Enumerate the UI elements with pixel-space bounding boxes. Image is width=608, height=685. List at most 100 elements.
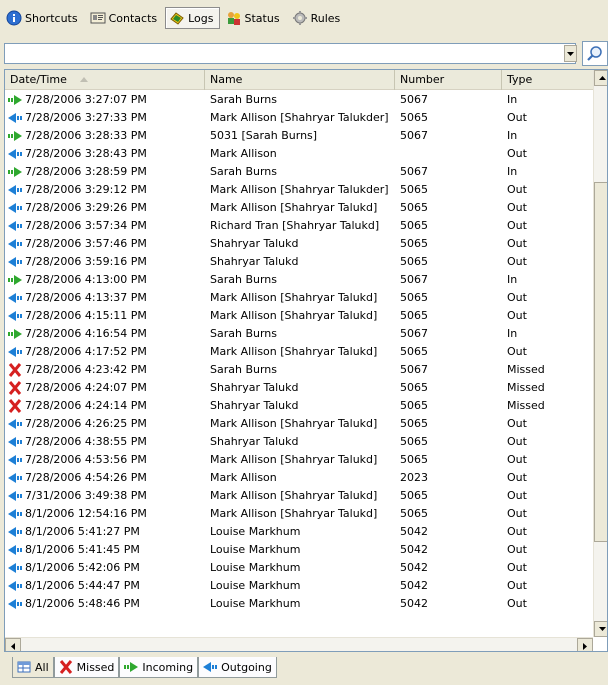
table-row[interactable]: 7/28/2006 4:53:56 PM Mark Allison [Shahry…	[5, 451, 595, 469]
scroll-right-button[interactable]	[577, 638, 593, 651]
table-row[interactable]: 7/31/2006 3:49:38 PM Mark Allison [Shahry…	[5, 487, 595, 505]
table-row[interactable]: 7/28/2006 3:27:33 PM Mark Allison [Shahry…	[5, 109, 595, 127]
datetime-text: 7/28/2006 4:23:42 PM	[25, 363, 147, 376]
table-row[interactable]: 7/28/2006 4:24:14 PM Shahryar Talukd 5065 M…	[5, 397, 595, 415]
dropdown-arrow-button[interactable]	[564, 45, 577, 62]
table-row[interactable]: 7/28/2006 4:24:07 PM Shahryar Talukd 5065 M…	[5, 379, 595, 397]
chevron-left-icon	[11, 642, 15, 650]
column-header-datetime[interactable]: Date/Time	[5, 70, 205, 90]
table-row[interactable]: 7/28/2006 4:13:00 PM Sarah Burns 5067 In	[5, 271, 595, 289]
cell-number: 5065	[400, 201, 428, 214]
tab-logs[interactable]: Logs	[165, 7, 220, 29]
search-button[interactable]	[582, 41, 608, 66]
cell-type: Out	[507, 507, 527, 520]
tab-outgoing[interactable]: Outgoing	[198, 657, 277, 678]
cell-number: 5067	[400, 273, 428, 286]
table-row[interactable]: 7/28/2006 4:23:42 PM Sarah Burns 5067 Misse…	[5, 361, 595, 379]
cell-type: In	[507, 273, 518, 286]
scroll-down-button[interactable]	[594, 621, 607, 637]
column-header-number[interactable]: Number	[395, 70, 502, 90]
cell-type: Out	[507, 543, 527, 556]
datetime-text: 7/28/2006 4:13:37 PM	[25, 291, 147, 304]
table-row[interactable]: 7/28/2006 3:57:46 PM Shahryar Talukd 5065 O…	[5, 235, 595, 253]
incoming-arrow-icon	[8, 131, 22, 141]
outgoing-arrow-icon	[8, 473, 22, 483]
cell-name: Mark Allison [Shahryar Talukd]	[210, 309, 378, 322]
table-row[interactable]: 7/28/2006 3:28:43 PM Mark Allison Out	[5, 145, 595, 163]
cell-type: Out	[507, 291, 527, 304]
column-label: Number	[400, 73, 445, 86]
tab-label: Missed	[76, 660, 115, 674]
table-row[interactable]: 8/1/2006 5:42:06 PM Louise Markhum 5042 Out	[5, 559, 595, 577]
table-row[interactable]: 7/28/2006 4:26:25 PM Mark Allison [Shahry…	[5, 415, 595, 433]
cell-datetime: 7/28/2006 4:13:00 PM	[5, 271, 205, 289]
table-row[interactable]: 8/1/2006 5:41:45 PM Louise Markhum 5042 Out	[5, 541, 595, 559]
cell-name: Sarah Burns	[210, 93, 278, 106]
table-row[interactable]: 7/28/2006 3:29:26 PM Mark Allison [Shahry…	[5, 199, 595, 217]
vertical-scrollbar[interactable]	[593, 70, 607, 637]
datetime-text: 8/1/2006 5:41:27 PM	[25, 525, 140, 538]
cell-type: Out	[507, 561, 527, 574]
filter-input[interactable]	[4, 43, 576, 64]
datetime-text: 7/28/2006 3:28:33 PM	[25, 129, 147, 142]
cell-type: Out	[507, 111, 527, 124]
table-row[interactable]: 7/28/2006 4:54:26 PM Mark Allison 2023 Out	[5, 469, 595, 487]
cell-datetime: 8/1/2006 5:42:06 PM	[5, 559, 205, 577]
table-row[interactable]: 7/28/2006 3:28:33 PM 5031 [Sarah Burns] 50…	[5, 127, 595, 145]
cell-datetime: 7/28/2006 3:29:12 PM	[5, 181, 205, 199]
outgoing-arrow-icon	[8, 509, 22, 519]
table-row[interactable]: 7/28/2006 4:15:11 PM Mark Allison [Shahry…	[5, 307, 595, 325]
cell-name: Mark Allison	[210, 471, 277, 484]
cell-datetime: 7/28/2006 4:53:56 PM	[5, 451, 205, 469]
cell-datetime: 7/28/2006 4:17:52 PM	[5, 343, 205, 361]
table-row[interactable]: 7/28/2006 3:29:12 PM Mark Allison [Shahry…	[5, 181, 595, 199]
tab-incoming[interactable]: Incoming	[119, 657, 199, 678]
tab-contacts[interactable]: Contacts	[86, 7, 164, 29]
cell-number: 5065	[400, 453, 428, 466]
cell-number: 5042	[400, 543, 428, 556]
cell-name: Sarah Burns	[210, 327, 278, 340]
table-row[interactable]: 7/28/2006 3:59:16 PM Shahryar Talukd 5065 O…	[5, 253, 595, 271]
table-row[interactable]: 8/1/2006 5:48:46 PM Louise Markhum 5042 Out	[5, 595, 595, 613]
tab-all[interactable]: All	[12, 657, 54, 678]
tab-missed[interactable]: Missed	[53, 657, 120, 678]
tab-status[interactable]: Status	[222, 7, 286, 29]
horizontal-scrollbar[interactable]	[5, 637, 593, 651]
table-row[interactable]: 7/28/2006 3:27:07 PM Sarah Burns 5067 In	[5, 91, 595, 109]
scroll-up-button[interactable]	[594, 70, 607, 86]
cell-name: Mark Allison [Shahryar Talukder]	[210, 183, 389, 196]
cell-number: 5067	[400, 129, 428, 142]
outgoing-arrow-icon	[8, 293, 22, 303]
scroll-left-button[interactable]	[5, 638, 21, 651]
cell-number: 5065	[400, 291, 428, 304]
table-row[interactable]: 7/28/2006 4:17:52 PM Mark Allison [Shahry…	[5, 343, 595, 361]
table-row[interactable]: 7/28/2006 3:28:59 PM Sarah Burns 5067 In	[5, 163, 595, 181]
cell-type: Out	[507, 147, 527, 160]
cell-name: Sarah Burns	[210, 165, 278, 178]
table-row[interactable]: 8/1/2006 12:54:16 PM Mark Allison [Shahry…	[5, 505, 595, 523]
table-row[interactable]: 8/1/2006 5:44:47 PM Louise Markhum 5042 Out	[5, 577, 595, 595]
tab-rules[interactable]: Rules	[288, 7, 347, 29]
table-row[interactable]: 7/28/2006 4:16:54 PM Sarah Burns 5067 In	[5, 325, 595, 343]
scroll-thumb[interactable]	[594, 182, 607, 542]
cell-type: Out	[507, 453, 527, 466]
tab-label: Rules	[310, 11, 341, 25]
cell-name: Louise Markhum	[210, 543, 301, 556]
table-row[interactable]: 7/28/2006 4:13:37 PM Mark Allison [Shahry…	[5, 289, 595, 307]
table-row[interactable]: 8/1/2006 5:41:27 PM Louise Markhum 5042 Out	[5, 523, 595, 541]
cell-name: Shahryar Talukd	[210, 237, 299, 250]
column-header-type[interactable]: Type	[502, 70, 595, 90]
cell-type: Out	[507, 255, 527, 268]
cell-datetime: 8/1/2006 5:41:27 PM	[5, 523, 205, 541]
table-row[interactable]: 7/28/2006 4:38:55 PM Shahryar Talukd 5065 O…	[5, 433, 595, 451]
column-header-name[interactable]: Name	[205, 70, 395, 90]
datetime-text: 7/28/2006 4:16:54 PM	[25, 327, 147, 340]
cell-number: 5042	[400, 597, 428, 610]
cell-name: Mark Allison [Shahryar Talukd]	[210, 489, 378, 502]
cell-name: Mark Allison [Shahryar Talukd]	[210, 417, 378, 430]
cell-datetime: 7/28/2006 3:28:59 PM	[5, 163, 205, 181]
table-row[interactable]: 7/28/2006 3:57:34 PM Richard Tran [Shahry…	[5, 217, 595, 235]
tab-shortcuts[interactable]: Shortcuts	[2, 7, 84, 29]
datetime-text: 7/28/2006 4:17:52 PM	[25, 345, 147, 358]
cell-name: Shahryar Talukd	[210, 381, 299, 394]
